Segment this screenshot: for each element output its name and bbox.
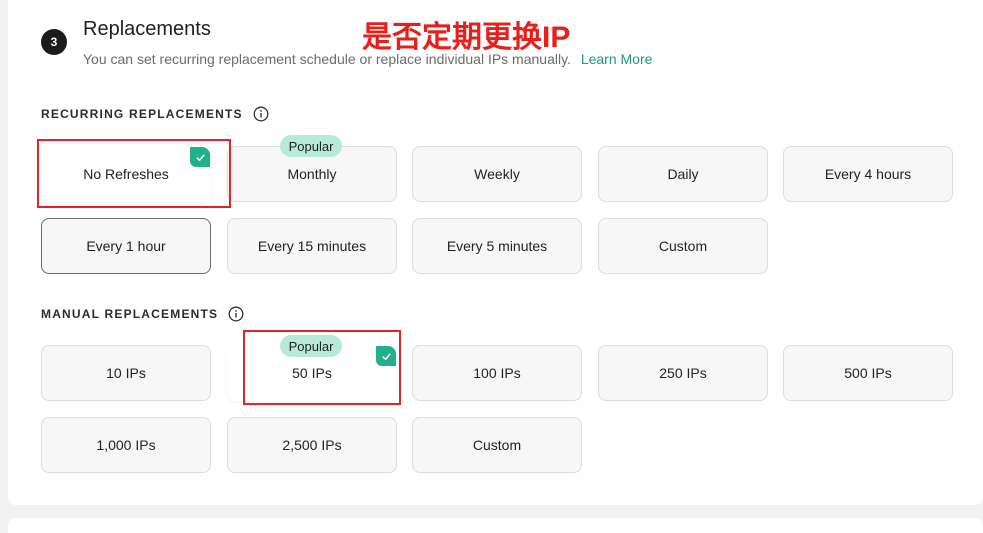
recurring-option-every-1-hour[interactable]: Every 1 hour [41,218,211,274]
option-label: 2,500 IPs [282,437,342,453]
recurring-option-every-4-hours[interactable]: Every 4 hours [783,146,953,202]
highlight-box [37,139,231,208]
info-icon[interactable] [228,306,244,322]
popular-badge: Popular [280,135,342,157]
recurring-option-every-5-minutes[interactable]: Every 5 minutes [412,218,582,274]
manual-option-10-ips[interactable]: 10 IPs [41,345,211,401]
option-label: 500 IPs [844,365,892,381]
option-label: Custom [658,238,708,254]
manual-option-500-ips[interactable]: 500 IPs [783,345,953,401]
recurring-option-weekly[interactable]: Weekly [412,146,582,202]
option-label: 1,000 IPs [96,437,156,453]
recurring-option-every-15-minutes[interactable]: Every 15 minutes [227,218,397,274]
step-number-badge: 3 [41,29,67,55]
manual-option-custom[interactable]: Custom [412,417,582,473]
recurring-option-daily[interactable]: Daily [598,146,768,202]
option-label: 100 IPs [473,365,521,381]
option-label: Every 15 minutes [257,238,367,254]
manual-replacements-label: MANUAL REPLACEMENTS [41,306,244,322]
option-label: Every 1 hour [86,238,166,254]
option-label: Custom [472,437,522,453]
recurring-label-text: RECURRING REPLACEMENTS [41,107,243,121]
manual-label-text: MANUAL REPLACEMENTS [41,307,219,321]
recurring-option-custom[interactable]: Custom [598,218,768,274]
info-icon[interactable] [253,106,269,122]
manual-option-100-ips[interactable]: 100 IPs [412,345,582,401]
option-label: Every 4 hours [824,166,912,182]
option-label: Weekly [474,166,520,182]
highlight-box [243,330,401,405]
option-label: 10 IPs [106,365,146,381]
manual-option-250-ips[interactable]: 250 IPs [598,345,768,401]
option-label: Daily [667,166,699,182]
manual-option-1000-ips[interactable]: 1,000 IPs [41,417,211,473]
option-label: Every 5 minutes [446,238,548,254]
option-label: 250 IPs [659,365,707,381]
next-card [8,518,983,533]
option-label: Monthly [287,166,337,182]
manual-option-2500-ips[interactable]: 2,500 IPs [227,417,397,473]
annotation-text: 是否定期更换IP [362,21,571,54]
recurring-replacements-label: RECURRING REPLACEMENTS [41,106,269,122]
section-title: Replacements [83,18,211,40]
learn-more-link[interactable]: Learn More [581,51,653,67]
